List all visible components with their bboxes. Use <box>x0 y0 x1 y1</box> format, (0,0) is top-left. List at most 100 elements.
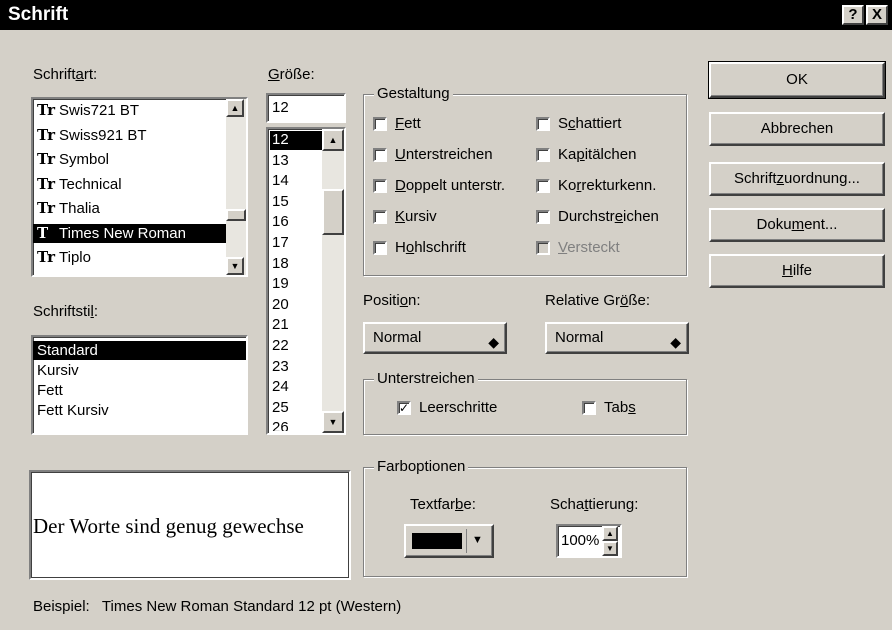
size-list-item[interactable]: 19 <box>270 275 322 294</box>
checkbox-icon <box>536 209 550 224</box>
size-list-item[interactable]: 24 <box>270 378 322 397</box>
textfarbe-label: Textfarbe: <box>410 496 476 513</box>
size-list-item[interactable]: 14 <box>270 172 322 191</box>
scroll-down-icon[interactable]: ▼ <box>226 257 244 275</box>
groesse-input[interactable]: 12 <box>266 93 346 123</box>
checkmark-icon: ✓ <box>397 400 411 415</box>
font-list-item[interactable]: T Times New Roman <box>33 223 226 243</box>
font-list-item[interactable]: Tr Swis721 BT <box>33 101 226 120</box>
spin-up-icon[interactable]: ▲ <box>602 526 618 541</box>
position-label: Position: <box>363 292 421 309</box>
size-list-item[interactable]: 26 <box>270 419 322 431</box>
schattierung-spinner[interactable]: 100% ▲ ▼ <box>556 524 622 558</box>
size-list-item[interactable]: 18 <box>270 255 322 274</box>
gestaltung-checkbox[interactable]: Fett <box>373 115 421 132</box>
style-list-item[interactable]: Fett Kursiv <box>33 401 246 420</box>
schriftstil-list[interactable]: Standard Kursiv Fett Fett Kursiv <box>31 335 248 435</box>
abbrechen-button[interactable]: Abbrechen <box>709 112 885 146</box>
help-button[interactable]: ? <box>842 5 864 25</box>
font-dialog: Schrift ? X Schriftart: Tr Swis721 BT Tr Sw… <box>0 0 892 630</box>
size-list-item[interactable]: 25 <box>270 399 322 418</box>
font-list-item-label: Swis721 BT <box>59 102 140 119</box>
gestaltung-checkbox[interactable]: Durchstreichen <box>536 208 659 225</box>
size-list-item[interactable]: 13 <box>270 152 322 171</box>
checkbox-label: Doppelt unterstr. <box>395 177 506 194</box>
font-list-item-label: Thalia <box>59 200 100 217</box>
close-button[interactable]: X <box>866 5 888 25</box>
gestaltung-checkbox[interactable]: Schattiert <box>536 115 621 132</box>
relative-groesse-select[interactable]: Normal ◆ <box>545 322 689 354</box>
font-list-item-label: Technical <box>59 175 122 193</box>
truetype-icon: Tr <box>37 101 55 119</box>
position-select[interactable]: Normal ◆ <box>363 322 507 354</box>
checkbox-icon <box>536 240 550 255</box>
size-list-item[interactable]: 22 <box>270 337 322 356</box>
scroll-up-icon[interactable]: ▲ <box>322 129 344 151</box>
spin-down-icon[interactable]: ▼ <box>602 541 618 556</box>
textfarbe-button[interactable]: ▼ <box>404 524 494 558</box>
checkbox-label: Hohlschrift <box>395 239 466 256</box>
preview-box: Der Worte sind genug gewechse <box>29 470 351 580</box>
font-list-item[interactable]: Tr Technical <box>33 175 226 194</box>
checkbox-label: Kursiv <box>395 208 437 225</box>
farboptionen-group: Farboptionen Textfarbe: ▼ Schattierung: … <box>363 458 687 577</box>
font-list-item[interactable]: Tr Thalia <box>33 199 226 218</box>
preview-text: Der Worte sind genug gewechse <box>33 514 304 538</box>
checkbox-icon <box>373 240 387 255</box>
gestaltung-checkbox[interactable]: Unterstreichen <box>373 146 493 163</box>
font-list-item[interactable]: Tr Tiplo <box>33 248 226 267</box>
gestaltung-checkbox[interactable]: Hohlschrift <box>373 239 466 256</box>
dokument-button[interactable]: Dokument... <box>709 208 885 242</box>
size-list-item[interactable]: 12 <box>270 131 322 150</box>
ok-button[interactable]: OK <box>708 61 886 99</box>
size-list-item[interactable]: 21 <box>270 316 322 335</box>
groesse-list[interactable]: 12 13 14 15 16 17 18 19 20 21 22 23 24 25 26 ▲ ▼ <box>266 127 346 435</box>
style-list-items: Standard Kursiv Fett Fett Kursiv <box>33 341 246 431</box>
checkbox-label: Kapitälchen <box>558 146 637 163</box>
schattierung-label: Schattierung: <box>550 496 639 513</box>
checkbox-icon <box>582 400 596 415</box>
style-list-item[interactable]: Fett <box>33 381 246 400</box>
scroll-down-icon[interactable]: ▼ <box>322 411 344 433</box>
size-list-item[interactable]: 17 <box>270 234 322 253</box>
style-list-item[interactable]: Kursiv <box>33 361 246 380</box>
size-list-item[interactable]: 23 <box>270 358 322 377</box>
schriftstil-label: Schriftstil: <box>33 303 99 320</box>
unterstreichen-title: Unterstreichen <box>374 370 478 387</box>
tabs-checkbox[interactable]: Tabs <box>582 399 636 416</box>
truetype-icon: Tr <box>37 199 55 217</box>
style-list-item[interactable]: Standard <box>33 341 246 360</box>
font-list-item[interactable]: Tr Symbol <box>33 150 226 169</box>
relative-groesse-label: Relative Größe: <box>545 292 651 309</box>
font-list-scrollbar[interactable]: ▲ ▼ <box>226 99 246 275</box>
size-list-item[interactable]: 16 <box>270 213 322 232</box>
checkbox-icon <box>373 147 387 162</box>
scroll-up-icon[interactable]: ▲ <box>226 99 244 117</box>
scroll-thumb[interactable] <box>322 189 344 235</box>
truetype-icon: Tr <box>37 174 55 193</box>
font-list-item-label: Symbol <box>59 151 110 168</box>
schriftzuordnung-button[interactable]: Schriftzuordnung... <box>709 162 885 196</box>
dropdown-arrow-icon: ▼ <box>472 534 483 546</box>
gestaltung-checkbox[interactable]: Kapitälchen <box>536 146 636 163</box>
scroll-thumb[interactable] <box>226 209 246 221</box>
size-list-item[interactable]: 15 <box>270 193 322 212</box>
gestaltung-checkbox[interactable]: Kursiv <box>373 208 437 225</box>
hilfe-button[interactable]: Hilfe <box>709 254 885 288</box>
gestaltung-checkbox[interactable]: Korrekturkenn. <box>536 177 656 194</box>
groesse-label: Größe: <box>268 66 315 83</box>
checkbox-label: Unterstreichen <box>395 146 493 163</box>
relative-groesse-value: Normal <box>555 329 604 346</box>
gestaltung-checkbox[interactable]: Doppelt unterstr. <box>373 177 505 194</box>
leerschritte-checkbox[interactable]: ✓ Leerschritte <box>397 399 497 416</box>
font-list-item[interactable]: Tr Swiss921 BT <box>33 126 226 145</box>
truetype-icon: Tr <box>37 150 55 168</box>
truetype-icon: T <box>37 223 49 242</box>
window-title: Schrift <box>8 4 69 25</box>
size-list-scrollbar[interactable]: ▲ ▼ <box>322 129 344 433</box>
checkbox-label: Durchstreichen <box>558 208 659 225</box>
size-list-items: 12 13 14 15 16 17 18 19 20 21 22 23 24 25 26 <box>270 131 322 431</box>
size-list-item[interactable]: 20 <box>270 296 322 315</box>
gestaltung-group: Gestaltung Fett Unterstreichen Doppelt unt… <box>363 85 687 276</box>
schriftart-list[interactable]: Tr Swis721 BT Tr Swiss921 BT Tr Symbol Tr Techn… <box>31 97 248 277</box>
